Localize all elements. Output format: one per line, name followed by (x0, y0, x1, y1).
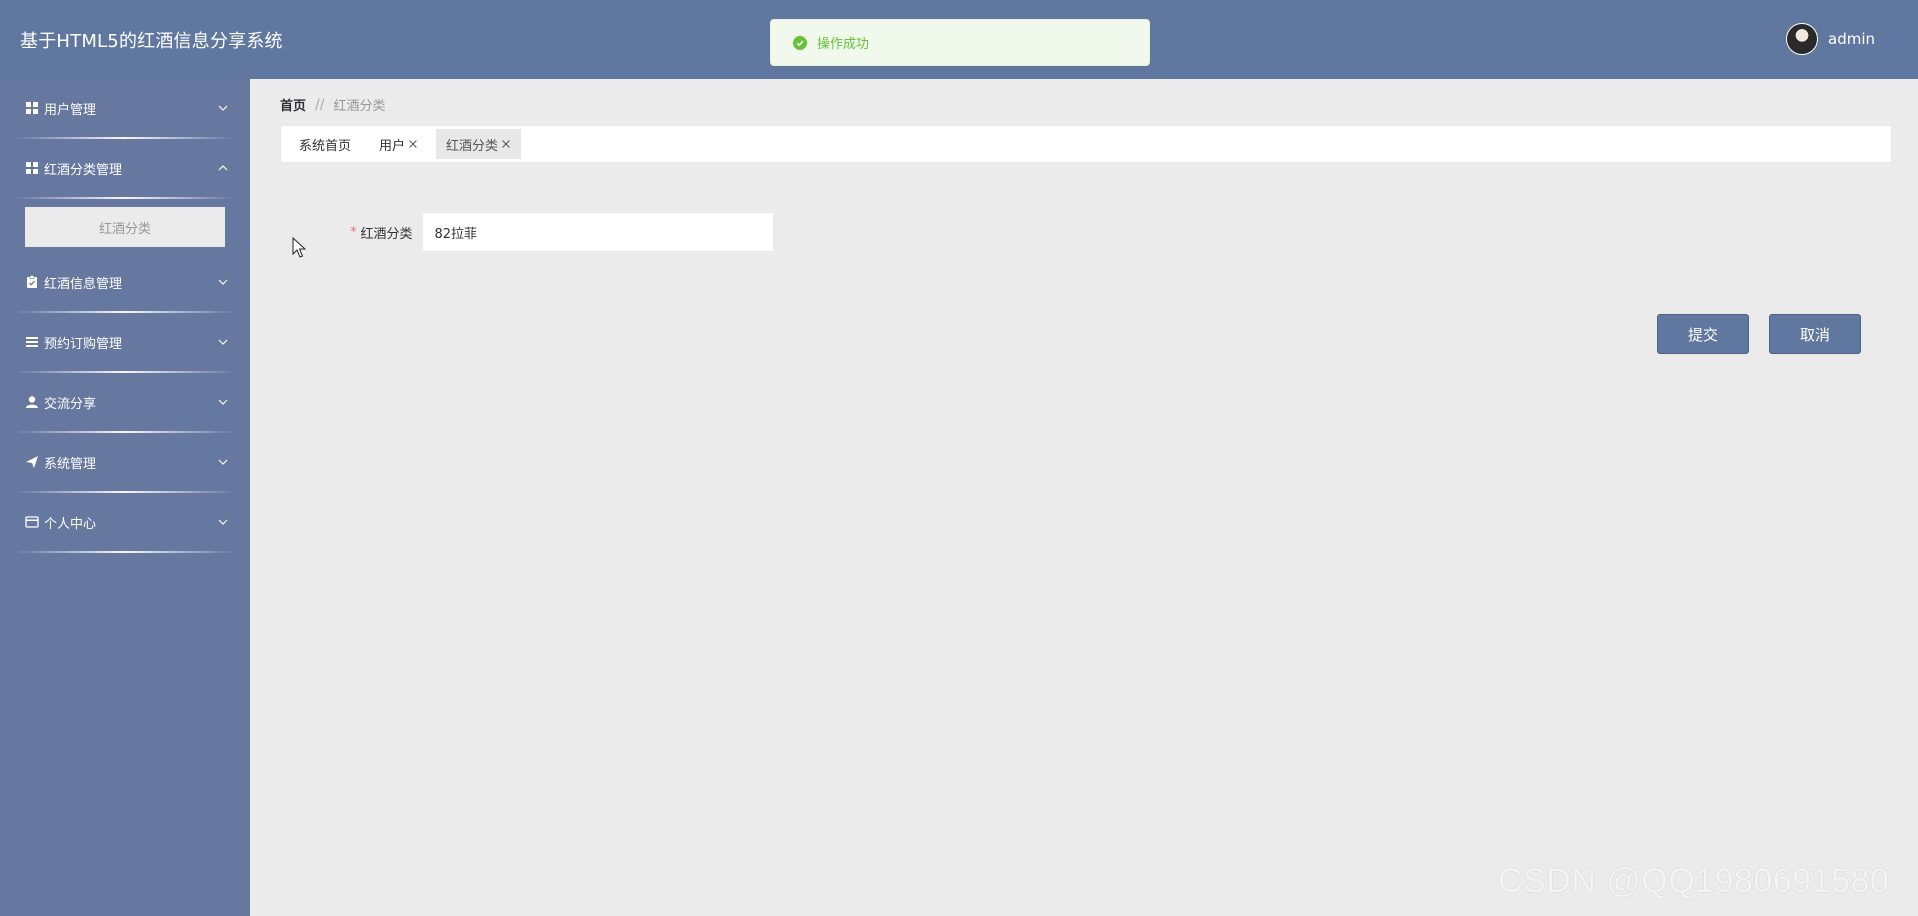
cancel-button[interactable]: 取消 (1769, 314, 1861, 354)
tab-label: 系统首页 (299, 138, 352, 154)
chevron-down-icon (218, 105, 228, 111)
menu-group-share: 交流分享 (0, 373, 250, 433)
sidebar-subitem-wine-category[interactable]: 红酒分类 (25, 207, 225, 247)
tab-user[interactable]: 用户 (369, 129, 428, 159)
list-icon (25, 335, 39, 349)
send-icon (25, 455, 39, 469)
toast-message: 操作成功 (817, 37, 870, 52)
app-title: 基于HTML5的红酒信息分享系统 (20, 31, 283, 52)
clipboard-icon (25, 275, 39, 289)
username[interactable]: admin (1828, 30, 1875, 48)
sidebar-item-reservation-management[interactable]: 预约订购管理 (0, 313, 250, 371)
category-label: 红酒分类 (360, 226, 413, 242)
tab-label: 用户 (379, 138, 406, 154)
breadcrumb-current: 红酒分类 (333, 99, 386, 114)
sidebar-item-system-management[interactable]: 系统管理 (0, 433, 250, 491)
chevron-down-icon (218, 459, 228, 465)
avatar[interactable] (1786, 23, 1818, 55)
submit-button[interactable]: 提交 (1657, 314, 1749, 354)
chevron-up-icon (218, 165, 228, 171)
sidebar-item-label: 用户管理 (44, 102, 97, 118)
grid-icon (25, 161, 39, 175)
check-circle-icon (793, 35, 807, 50)
main-content: 首页 // 红酒分类 系统首页 用户 红酒分类 * 红酒分类 提交 取消 (250, 79, 1918, 916)
sidebar-item-label: 红酒分类管理 (44, 162, 123, 178)
mouse-cursor-icon (292, 237, 306, 258)
close-icon[interactable] (408, 139, 418, 149)
chevron-down-icon (218, 339, 228, 345)
sidebar-item-label: 交流分享 (44, 396, 97, 412)
menu-group-system: 系统管理 (0, 433, 250, 493)
top-header: 基于HTML5的红酒信息分享系统 操作成功 admin (0, 0, 1918, 79)
chevron-down-icon (218, 399, 228, 405)
menu-group-personal: 个人中心 (0, 493, 250, 553)
menu-group-user: 用户管理 (0, 79, 250, 139)
breadcrumb-separator: // (315, 96, 325, 113)
sidebar-item-wine-info-management[interactable]: 红酒信息管理 (0, 253, 250, 311)
sidebar-item-label: 红酒信息管理 (44, 276, 123, 292)
menu-group-reservation: 预约订购管理 (0, 313, 250, 373)
close-icon[interactable] (501, 139, 511, 149)
card-icon (25, 515, 39, 529)
menu-group-wine-category: 红酒分类管理 红酒分类 (0, 139, 250, 253)
sidebar-item-personal-center[interactable]: 个人中心 (0, 493, 250, 551)
submenu: 红酒分类 (0, 199, 250, 253)
breadcrumb-home[interactable]: 首页 (280, 95, 306, 114)
chevron-down-icon (218, 519, 228, 525)
menu-divider (14, 551, 236, 553)
category-input[interactable] (422, 213, 773, 251)
sidebar-item-label: 系统管理 (44, 456, 97, 472)
watermark: CSDN @QQ1980691580 (1498, 862, 1890, 900)
user-icon (25, 395, 39, 409)
grid-icon (25, 101, 39, 115)
sidebar-item-label: 预约订购管理 (44, 336, 123, 352)
form-row-wine-category: * 红酒分类 (350, 213, 773, 251)
sidebar-item-wine-category-management[interactable]: 红酒分类管理 (0, 139, 250, 197)
tab-bar: 系统首页 用户 红酒分类 (280, 125, 1892, 163)
sidebar: 用户管理 红酒分类管理 红酒分类 红酒信息管理 预约订购管理 交流分享 系统管理… (0, 79, 250, 916)
sidebar-item-label: 个人中心 (44, 516, 97, 532)
tab-wine-category[interactable]: 红酒分类 (436, 129, 522, 159)
required-mark: * (350, 224, 357, 240)
tab-label: 红酒分类 (446, 138, 499, 154)
breadcrumb: 首页 // 红酒分类 (280, 95, 386, 115)
sidebar-item-user-management[interactable]: 用户管理 (0, 79, 250, 137)
menu-group-wine-info: 红酒信息管理 (0, 253, 250, 313)
user-menu[interactable]: admin (1786, 23, 1875, 55)
sidebar-item-share[interactable]: 交流分享 (0, 373, 250, 431)
success-toast: 操作成功 (770, 19, 1150, 66)
chevron-down-icon (218, 279, 228, 285)
tab-system-home[interactable]: 系统首页 (289, 129, 361, 159)
